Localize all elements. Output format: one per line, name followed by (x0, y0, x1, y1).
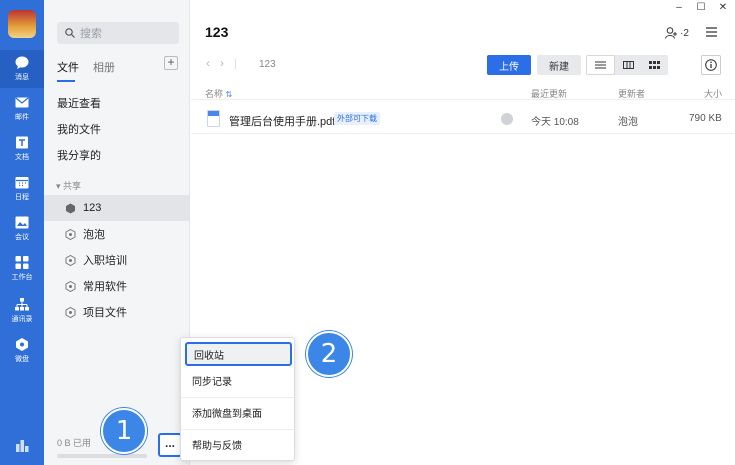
shared-item-onboarding[interactable]: 入职培训 (44, 247, 190, 273)
add-button[interactable]: + (164, 56, 178, 70)
members-count: 2 (683, 27, 689, 39)
shared-folder-icon (66, 203, 75, 213)
search-icon (65, 28, 75, 38)
menu-item-sync-log[interactable]: 同步记录 (185, 368, 292, 392)
close-icon[interactable]: ✕ (717, 2, 729, 13)
rail-item-calendar[interactable]: 日程 (0, 170, 44, 208)
list-view-icon[interactable] (586, 55, 615, 75)
tab-files[interactable]: 文件 (57, 59, 79, 82)
menu-item-add-to-desktop[interactable]: 添加微盘到桌面 (185, 400, 292, 424)
external-download-badge: 外部可下载 (334, 112, 380, 125)
grid-view-icon[interactable] (641, 55, 668, 75)
rail-label: 微盘 (15, 356, 29, 363)
shared-item-software[interactable]: 常用软件 (44, 273, 190, 299)
shared-item-label: 项目文件 (83, 307, 127, 319)
members-button[interactable]: · 2 (665, 27, 689, 39)
rail-label: 邮件 (15, 114, 29, 121)
rail-item-meeting[interactable]: 会议 (0, 210, 44, 248)
info-icon (705, 59, 717, 71)
mail-icon (15, 97, 29, 108)
minimize-icon[interactable]: – (673, 2, 685, 13)
shared-section-header[interactable]: ▾ 共享 (56, 179, 81, 192)
calendar-icon (15, 177, 29, 189)
sidebar-item-recent[interactable]: 最近查看 (57, 95, 101, 111)
forward-arrow-icon[interactable]: › (220, 56, 224, 70)
sort-icon: ⇅ (225, 90, 233, 99)
menu-divider (181, 397, 294, 398)
shared-folder-icon (65, 280, 76, 292)
storage-usage: 0 B 已用 (57, 438, 92, 448)
sidebar: 搜索 文件 相册 + 最近查看 我的文件 我分享的 ▾ 共享 123 泡泡 入职… (44, 0, 190, 465)
page-title: 123 (205, 24, 229, 40)
rail-item-drive[interactable]: 微盘 (0, 332, 44, 370)
hamburger-menu-icon[interactable] (706, 27, 717, 37)
rail-item-messages[interactable]: 消息 (0, 50, 44, 88)
search-input[interactable]: 搜索 (57, 22, 179, 44)
rail-item-docs[interactable]: 文档 (0, 130, 44, 168)
new-button[interactable]: 新建 (537, 55, 581, 75)
shared-item-label: 入职培训 (83, 255, 127, 267)
shared-item-123[interactable]: 123 (44, 195, 190, 221)
meeting-icon (15, 216, 29, 229)
drive-icon (16, 338, 28, 351)
column-view-icon[interactable] (615, 55, 642, 75)
breadcrumb[interactable]: 123 (259, 59, 276, 70)
more-button[interactable]: ... (158, 433, 182, 457)
shared-folder-icon (65, 228, 76, 240)
rail-label: 通讯录 (11, 316, 33, 323)
rail-label: 会议 (15, 234, 29, 241)
file-name[interactable]: 管理后台使用手册.pdf (229, 113, 335, 129)
rail-label: 消息 (15, 74, 29, 81)
header-divider (191, 99, 735, 100)
step-callout-1: 1 (101, 408, 147, 454)
shared-item-label: 泡泡 (83, 229, 105, 241)
shared-folder-icon (65, 254, 76, 266)
rail-label: 日程 (15, 194, 29, 201)
avatar[interactable] (8, 10, 36, 38)
search-placeholder: 搜索 (80, 28, 102, 40)
maximize-icon[interactable]: ☐ (695, 2, 707, 13)
rail-label: 工作台 (11, 274, 33, 281)
shared-item-label: 常用软件 (83, 281, 127, 293)
shared-item-projects[interactable]: 项目文件 (44, 299, 190, 325)
chat-bubble-icon (15, 56, 29, 69)
shared-item-label: 123 (83, 202, 102, 214)
rail-item-contacts[interactable]: 通讯录 (0, 292, 44, 330)
users-icon (665, 27, 677, 39)
pdf-file-icon (207, 110, 220, 127)
menu-item-help-feedback[interactable]: 帮助与反馈 (185, 432, 292, 456)
upload-button[interactable]: 上传 (487, 55, 531, 75)
sync-status-icon (501, 113, 513, 125)
view-toggle (586, 55, 668, 75)
sidebar-item-my-files[interactable]: 我的文件 (57, 121, 101, 137)
rail-item-workbench[interactable]: 工作台 (0, 250, 44, 288)
rail-label: 文档 (15, 154, 29, 161)
menu-divider (181, 429, 294, 430)
step-callout-2: 2 (306, 331, 352, 377)
storage-usage-bar (57, 454, 147, 458)
app-rail: 消息 邮件 文档 日程 会议 工作台 通讯录 微盘 (0, 0, 44, 465)
info-button[interactable] (701, 55, 721, 75)
rail-item-mail[interactable]: 邮件 (0, 90, 44, 128)
file-size: 790 KB (689, 113, 722, 124)
table-row[interactable]: 管理后台使用手册.pdf 外部可下载 今天 10:08 泡泡 790 KB (191, 104, 735, 134)
history-nav: ‹ › | (206, 56, 238, 70)
file-modified: 今天 10:08 (531, 117, 579, 128)
document-icon (16, 136, 28, 149)
sidebar-item-my-shared[interactable]: 我分享的 (57, 147, 101, 163)
shared-folder-icon (65, 306, 76, 318)
more-menu-popup: 回收站 同步记录 添加微盘到桌面 帮助与反馈 (180, 337, 295, 461)
shared-item-paopao[interactable]: 泡泡 (44, 221, 190, 247)
file-updater: 泡泡 (618, 117, 638, 128)
bar-chart-icon[interactable] (15, 438, 29, 452)
contacts-icon (15, 298, 29, 311)
workbench-icon (15, 256, 29, 269)
menu-item-recycle-bin[interactable]: 回收站 (185, 342, 292, 366)
back-arrow-icon[interactable]: ‹ (206, 56, 210, 70)
sidebar-tabs: 文件 相册 (57, 59, 129, 82)
shared-section-label: 共享 (63, 181, 82, 191)
tab-album[interactable]: 相册 (93, 59, 115, 79)
